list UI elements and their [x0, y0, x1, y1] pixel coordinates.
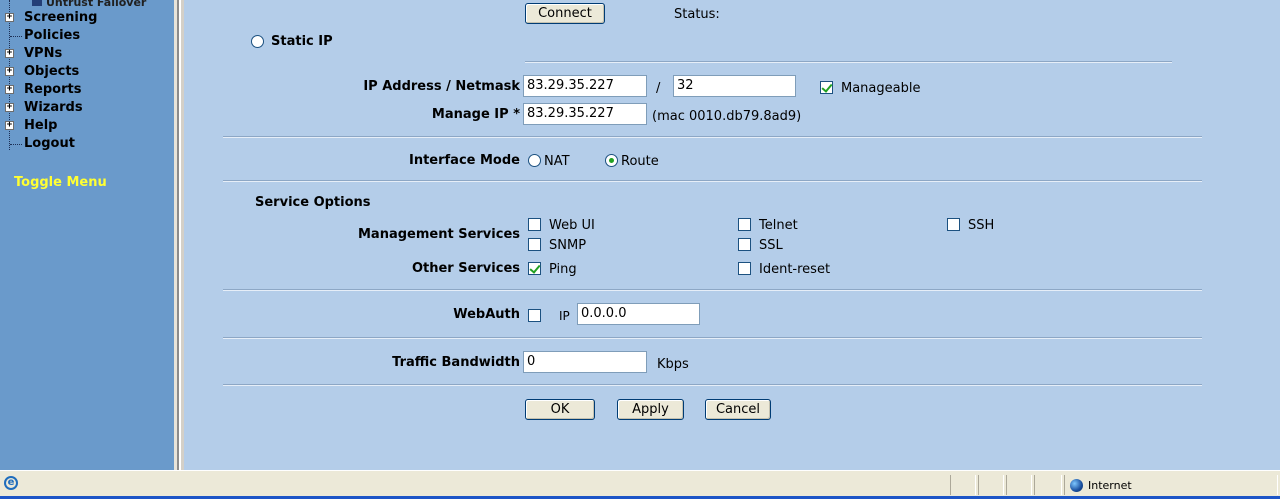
web-ui-label: Web UI — [549, 218, 595, 233]
frame-splitter[interactable] — [174, 0, 184, 470]
sidebar-item-label: Objects — [24, 64, 80, 79]
mode-route-label: Route — [621, 154, 659, 169]
ssl-label: SSL — [759, 238, 783, 253]
status-panel — [950, 475, 976, 495]
toggle-menu-link[interactable]: Toggle Menu — [14, 175, 107, 190]
sidebar-item-label: Help — [24, 118, 58, 133]
traffic-bandwidth-label: Traffic Bandwidth — [392, 355, 520, 370]
mac-address-text: (mac 0010.db79.8ad9) — [652, 109, 802, 124]
mode-nat-radio[interactable] — [528, 154, 541, 167]
static-ip-label: Static IP — [271, 34, 333, 49]
status-panel — [1006, 475, 1032, 495]
page-icon — [32, 0, 42, 6]
sidebar-item-label: Reports — [24, 82, 82, 97]
ssh-checkbox[interactable] — [947, 218, 960, 231]
ping-label: Ping — [549, 262, 577, 277]
other-services-label: Other Services — [411, 261, 520, 276]
ie-page-icon: e — [4, 476, 18, 490]
separator — [525, 61, 1172, 63]
separator — [223, 384, 1202, 386]
sidebar-item-label: Policies — [24, 28, 81, 43]
expand-icon[interactable]: + — [5, 121, 14, 130]
service-options-heading: Service Options — [255, 195, 371, 210]
traffic-bandwidth-input[interactable]: 0 — [523, 351, 647, 373]
mode-route-radio[interactable] — [605, 154, 618, 167]
ssl-checkbox[interactable] — [738, 238, 751, 251]
separator — [223, 136, 1202, 138]
ip-address-input[interactable]: 83.29.35.227 — [523, 75, 647, 97]
ident-reset-checkbox[interactable] — [738, 262, 751, 275]
interface-edit-form: Connect Status: Static IP IP Address / N… — [184, 0, 1280, 470]
security-zone-label: Internet — [1088, 479, 1132, 492]
apply-button[interactable]: Apply — [617, 399, 684, 420]
webauth-ip-label: IP — [559, 309, 570, 323]
status-panel — [1034, 475, 1062, 495]
ping-checkbox[interactable] — [528, 262, 541, 275]
mode-nat-label: NAT — [544, 154, 570, 169]
expand-icon[interactable]: + — [5, 49, 14, 58]
separator — [223, 337, 1202, 339]
snmp-checkbox[interactable] — [528, 238, 541, 251]
ssh-label: SSH — [968, 218, 995, 233]
manageable-label: Manageable — [841, 81, 921, 96]
sidebar-menu: Untrust Failover + Screening Policies + … — [0, 0, 174, 470]
manage-ip-label: Manage IP * — [431, 107, 520, 122]
netmask-slash: / — [656, 81, 661, 96]
telnet-label: Telnet — [759, 218, 798, 233]
telnet-checkbox[interactable] — [738, 218, 751, 231]
separator — [223, 289, 1202, 291]
tree-connector — [10, 144, 22, 145]
expand-icon[interactable]: + — [5, 67, 14, 76]
separator — [223, 180, 1202, 182]
sidebar-item-label: Logout — [24, 136, 75, 151]
interface-mode-label: Interface Mode — [408, 153, 520, 168]
expand-icon[interactable]: + — [5, 13, 14, 22]
ident-reset-label: Ident-reset — [759, 262, 831, 277]
globe-icon — [1070, 479, 1083, 492]
connect-button[interactable]: Connect — [525, 3, 605, 24]
netmask-input[interactable]: 32 — [673, 75, 796, 97]
ip-netmask-label: IP Address / Netmask — [363, 79, 520, 94]
status-label: Status: — [674, 7, 720, 22]
manage-ip-input[interactable]: 83.29.35.227 — [523, 103, 647, 125]
browser-status-bar: e Internet — [0, 470, 1280, 499]
sub-item-untrust-failover[interactable]: Untrust Failover — [32, 0, 146, 9]
bandwidth-unit: Kbps — [657, 357, 689, 372]
ok-button[interactable]: OK — [525, 399, 595, 420]
management-services-label: Management Services — [358, 227, 520, 242]
sidebar-item-label: VPNs — [24, 46, 63, 61]
sidebar-item-label: Screening — [24, 10, 98, 25]
snmp-label: SNMP — [549, 238, 587, 253]
web-ui-checkbox[interactable] — [528, 218, 541, 231]
tree-connector — [10, 36, 22, 37]
expand-icon[interactable]: + — [5, 85, 14, 94]
webauth-ip-input[interactable]: 0.0.0.0 — [577, 303, 700, 325]
status-panel — [978, 475, 1004, 495]
sidebar-item-label: Wizards — [24, 100, 83, 115]
manageable-checkbox[interactable] — [820, 81, 833, 94]
expand-icon[interactable]: + — [5, 103, 14, 112]
cancel-button[interactable]: Cancel — [705, 399, 771, 420]
webauth-checkbox[interactable] — [528, 309, 541, 322]
static-ip-radio[interactable] — [251, 35, 264, 48]
webauth-label: WebAuth — [453, 307, 520, 322]
